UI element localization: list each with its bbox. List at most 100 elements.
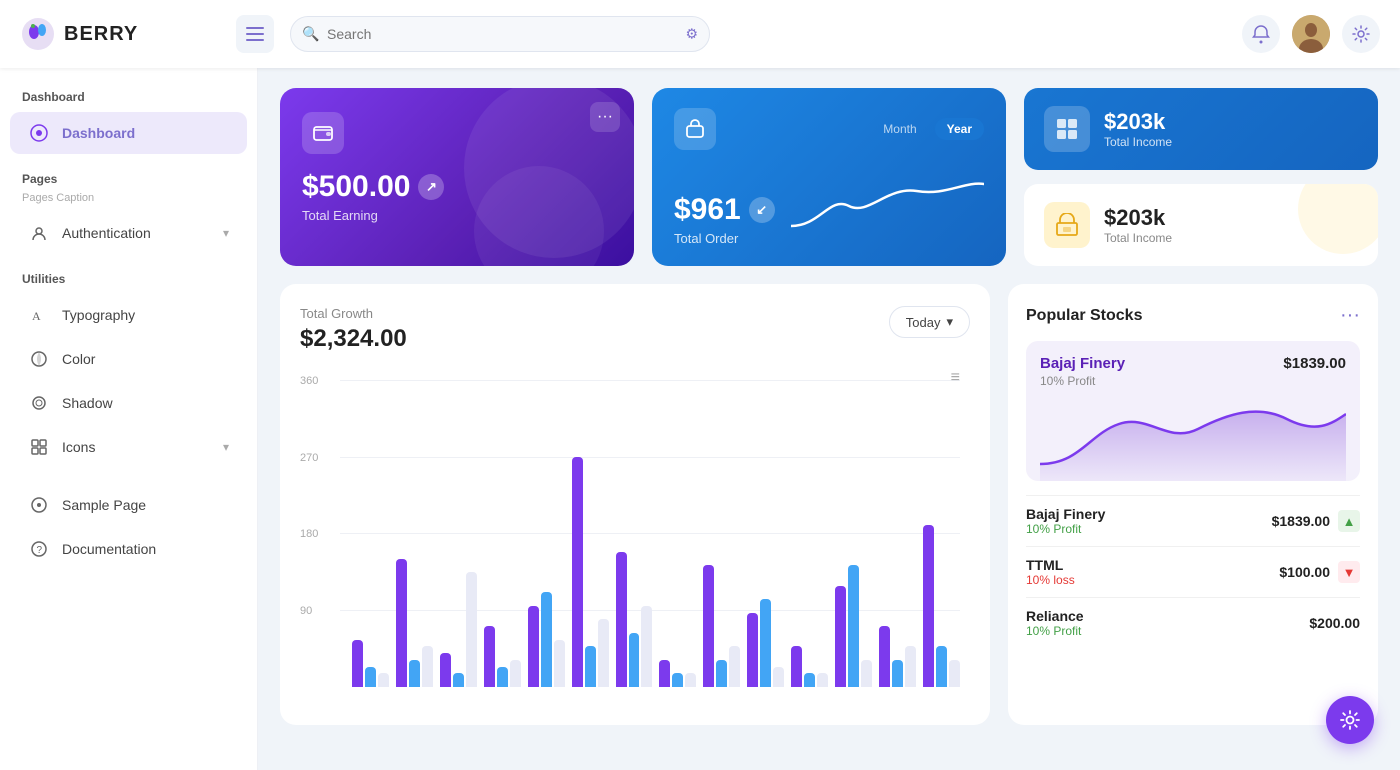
stock-bajaj-name: Bajaj Finery [1026, 506, 1105, 522]
sidebar-item-shadow[interactable]: Shadow [10, 382, 247, 424]
bar-light [641, 606, 652, 687]
tab-year[interactable]: Year [935, 118, 984, 140]
sidebar-item-shadow-label: Shadow [62, 395, 229, 411]
bar-light [729, 646, 740, 687]
bar-blue [497, 667, 508, 687]
svg-text:A: A [32, 309, 41, 323]
bar-purple [484, 626, 495, 687]
order-trend-badge: ↙ [749, 197, 775, 223]
popular-stocks-card: Popular Stocks ··· Bajaj Finery 10% Prof… [1008, 284, 1378, 725]
chevron-down-icon: ▾ [223, 226, 229, 240]
earning-card-icon [302, 112, 344, 154]
sidebar-item-documentation[interactable]: ? Documentation [10, 528, 247, 570]
sidebar-item-icons[interactable]: Icons ▾ [10, 426, 247, 468]
stock-hero-profit: 10% Profit [1040, 374, 1125, 388]
search-bar: 🔍 ⚙ [290, 16, 710, 52]
avatar[interactable] [1292, 15, 1330, 53]
bar-blue [409, 660, 420, 687]
sidebar-item-sample-page[interactable]: Sample Page [10, 484, 247, 526]
growth-header: Total Growth $2,324.00 Today ▾ [300, 306, 970, 353]
bar-purple [352, 640, 363, 687]
sidebar-item-authentication[interactable]: Authentication ▾ [10, 212, 247, 254]
chevron-down-icon-3: ▾ [946, 314, 953, 330]
bar-chart [352, 369, 960, 687]
stock-reliance-name: Reliance [1026, 608, 1084, 624]
earning-more-button[interactable]: ··· [590, 102, 620, 132]
stocks-more-button[interactable]: ··· [1340, 304, 1360, 327]
sidebar-item-dashboard[interactable]: Dashboard [10, 112, 247, 154]
bar-light [949, 660, 960, 687]
sidebar-pages-caption: Pages Caption [0, 192, 257, 210]
dashboard-icon [28, 122, 50, 144]
sidebar-item-sample-page-label: Sample Page [62, 497, 229, 513]
y-label-270: 270 [300, 452, 318, 464]
stock-hero-price: $1839.00 [1283, 355, 1346, 372]
bar-blue [848, 565, 859, 687]
avatar-image [1292, 15, 1330, 53]
stock-hero-name: Bajaj Finery [1040, 355, 1125, 372]
bar-blue [453, 673, 464, 687]
hamburger-icon [246, 27, 264, 41]
growth-title: Total Growth [300, 306, 407, 321]
shopping-bag-icon [684, 118, 706, 140]
bar-purple [791, 646, 802, 687]
bar-blue [365, 667, 376, 687]
sidebar: Dashboard Dashboard Pages Pages Caption … [0, 68, 258, 770]
notification-button[interactable] [1242, 15, 1280, 53]
income-top-card: $203k Total Income [1024, 88, 1378, 170]
bar-blue [760, 599, 771, 687]
order-tabs: Month Year [871, 118, 984, 140]
bar-group [396, 559, 433, 687]
stock-ttml-profit: 10% loss [1026, 573, 1075, 587]
bar-blue [892, 660, 903, 687]
stock-ttml-price: $100.00 [1279, 564, 1330, 580]
menu-toggle-button[interactable] [236, 15, 274, 53]
bar-group [879, 626, 916, 687]
filter-icon[interactable]: ⚙ [685, 26, 698, 43]
bar-blue [672, 673, 683, 687]
tab-month[interactable]: Month [871, 118, 928, 140]
fab-settings-button[interactable] [1326, 696, 1374, 744]
search-input[interactable] [290, 16, 710, 52]
sidebar-section-pages: Pages [0, 168, 257, 192]
bar-light [422, 646, 433, 687]
settings-button[interactable] [1342, 15, 1380, 53]
y-label-360: 360 [300, 375, 318, 387]
bar-group [791, 646, 828, 687]
income-bottom-card: $203k Total Income [1024, 184, 1378, 266]
stock-list: Bajaj Finery 10% Profit $1839.00 ▲ TTML … [1026, 495, 1360, 648]
order-amount: $961 ↙ [674, 193, 775, 227]
sidebar-item-authentication-label: Authentication [62, 225, 211, 241]
y-label-90: 90 [300, 605, 312, 617]
bar-light [466, 572, 477, 687]
bottom-row: Total Growth $2,324.00 Today ▾ 360 270 1… [280, 284, 1378, 725]
order-label: Total Order [674, 231, 775, 246]
bar-light [598, 619, 609, 687]
bar-purple [528, 606, 539, 687]
content-area: ··· $500.00 ↗ Total Earning [258, 68, 1400, 770]
sidebar-item-color[interactable]: Color [10, 338, 247, 380]
main-layout: Dashboard Dashboard Pages Pages Caption … [0, 68, 1400, 770]
bar-blue [804, 673, 815, 687]
bar-light [510, 660, 521, 687]
typography-icon: A [28, 304, 50, 326]
bar-light [861, 660, 872, 687]
bar-group [572, 457, 609, 687]
bar-light [378, 673, 389, 687]
stock-item-ttml: TTML 10% loss $100.00 ▼ [1026, 546, 1360, 597]
sidebar-item-typography[interactable]: A Typography [10, 294, 247, 336]
shadow-icon [28, 392, 50, 414]
order-card-icon [674, 108, 716, 150]
growth-amount: $2,324.00 [300, 325, 407, 353]
bar-blue [585, 646, 596, 687]
today-filter-button[interactable]: Today ▾ [889, 306, 970, 338]
stock-bajaj-profit: 10% Profit [1026, 522, 1105, 536]
income-bottom-amount: $203k [1104, 205, 1172, 231]
sidebar-item-documentation-label: Documentation [62, 541, 229, 557]
bar-purple [572, 457, 583, 687]
growth-chart-card: Total Growth $2,324.00 Today ▾ 360 270 1… [280, 284, 990, 725]
color-icon [28, 348, 50, 370]
stock-ttml-trend-icon: ▼ [1338, 561, 1360, 583]
logo-area: BERRY [20, 16, 220, 52]
stock-hero-chart: Bajaj Finery 10% Profit $1839.00 [1026, 341, 1360, 481]
